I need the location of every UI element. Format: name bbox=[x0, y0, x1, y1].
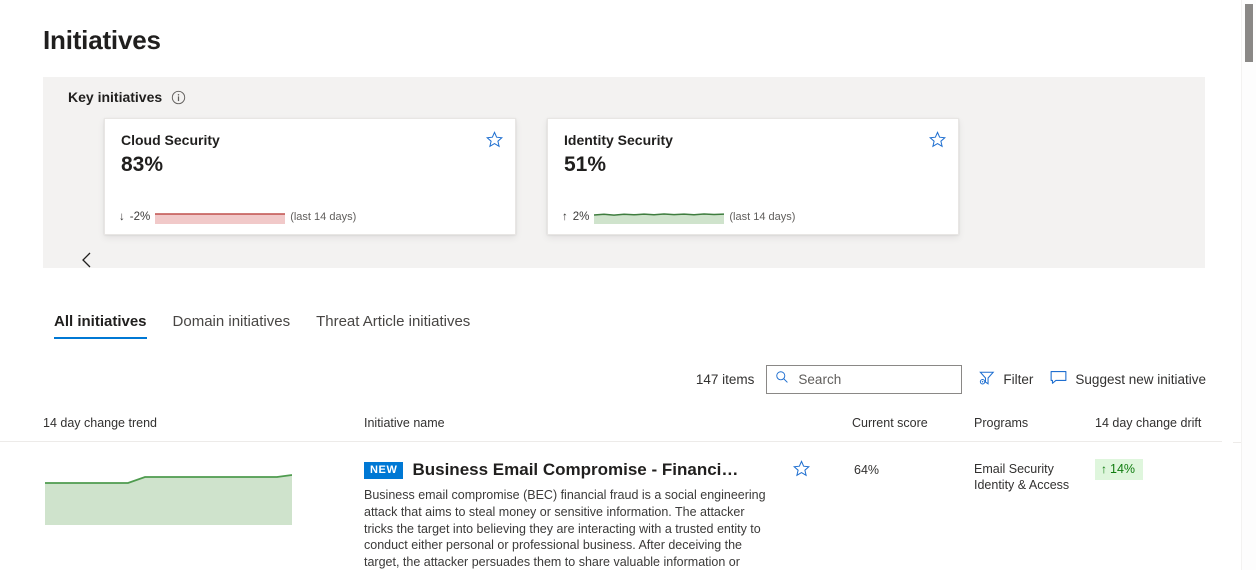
card-title: Cloud Security bbox=[121, 132, 220, 148]
chevron-left-icon bbox=[80, 251, 94, 274]
column-header-programs[interactable]: Programs bbox=[974, 416, 1028, 430]
column-header-initiative-name[interactable]: Initiative name bbox=[364, 416, 445, 430]
status-badge-new: NEW bbox=[364, 461, 404, 479]
star-outline-icon[interactable] bbox=[485, 131, 504, 148]
filter-button-label: Filter bbox=[1003, 372, 1034, 387]
star-outline-icon[interactable] bbox=[928, 131, 947, 148]
filter-gear-icon bbox=[979, 370, 995, 389]
card-score: 51% bbox=[564, 153, 607, 176]
arrow-up-icon: ↑ bbox=[1101, 462, 1107, 476]
initiatives-tablist: All initiatives Domain initiatives Threa… bbox=[54, 303, 470, 339]
row-programs: Email Security Identity & Access bbox=[974, 461, 1069, 493]
filter-button[interactable]: Filter bbox=[979, 370, 1033, 389]
row-change-drift-badge: ↑ 14% bbox=[1095, 459, 1144, 480]
card-title: Identity Security bbox=[564, 132, 673, 148]
card-delta-arrow: ↑ bbox=[562, 211, 568, 223]
column-header-change-drift[interactable]: 14 day change drift bbox=[1095, 416, 1201, 430]
row-initiative-name[interactable]: Business Email Compromise - Financi… bbox=[412, 460, 738, 480]
comment-bubble-icon bbox=[1050, 370, 1067, 389]
row-title-line: NEW Business Email Compromise - Financi… bbox=[364, 460, 784, 480]
key-initiative-card-identity-security[interactable]: Identity Security 51% ↑ 2% (last 14 days… bbox=[547, 118, 959, 235]
card-sparkline-identity-security bbox=[594, 210, 725, 224]
info-circle-icon[interactable] bbox=[171, 90, 186, 105]
row-trend-chart bbox=[45, 470, 293, 525]
search-box[interactable] bbox=[766, 365, 963, 394]
key-initiative-cards: Cloud Security 83% ↓ -2% (last 14 days) … bbox=[104, 118, 959, 235]
card-trend-footer: ↑ 2% (last 14 days) bbox=[562, 210, 795, 224]
command-bar: 147 items Filter bbox=[696, 365, 1206, 394]
suggest-new-initiative-button[interactable]: Suggest new initiative bbox=[1050, 370, 1206, 389]
page-title: Initiatives bbox=[43, 25, 161, 55]
column-header-current-score[interactable]: Current score bbox=[852, 416, 928, 430]
column-header-change-trend[interactable]: 14 day change trend bbox=[43, 416, 157, 430]
suggest-button-label: Suggest new initiative bbox=[1075, 372, 1206, 387]
search-icon bbox=[775, 370, 789, 389]
row-initiative-description: Business email compromise (BEC) financia… bbox=[364, 488, 766, 570]
tab-all-initiatives[interactable]: All initiatives bbox=[54, 313, 147, 339]
carousel-prev-button[interactable] bbox=[72, 247, 102, 277]
search-input[interactable] bbox=[796, 371, 954, 388]
initiatives-page: Initiatives Key initiatives Cloud Securi… bbox=[0, 0, 1256, 570]
card-delta: -2% bbox=[129, 211, 151, 223]
key-initiatives-header: Key initiatives bbox=[68, 89, 186, 105]
items-count: 147 items bbox=[695, 372, 755, 387]
card-range-label: (last 14 days) bbox=[729, 211, 796, 223]
row-program-item: Identity & Access bbox=[974, 478, 1070, 492]
row-drift-value: 14% bbox=[1110, 462, 1136, 476]
card-sparkline-cloud-security bbox=[155, 210, 286, 224]
row-program-item: Email Security bbox=[974, 462, 1054, 476]
table-row[interactable]: NEW Business Email Compromise - Financi…… bbox=[0, 442, 1222, 570]
card-delta: 2% bbox=[572, 211, 590, 223]
vertical-scrollbar-thumb[interactable] bbox=[1245, 4, 1253, 62]
card-trend-footer: ↓ -2% (last 14 days) bbox=[119, 210, 356, 224]
vertical-scrollbar-track[interactable] bbox=[1241, 0, 1256, 570]
row-initiative-main: NEW Business Email Compromise - Financi…… bbox=[364, 460, 784, 570]
row-current-score: 64% bbox=[854, 463, 880, 477]
tab-threat-article-initiatives[interactable]: Threat Article initiatives bbox=[316, 313, 470, 339]
card-delta-arrow: ↓ bbox=[119, 211, 125, 223]
star-outline-icon[interactable] bbox=[792, 460, 811, 477]
key-initiatives-label: Key initiatives bbox=[68, 89, 163, 105]
tab-domain-initiatives[interactable]: Domain initiatives bbox=[173, 313, 291, 339]
key-initiative-card-cloud-security[interactable]: Cloud Security 83% ↓ -2% (last 14 days) bbox=[104, 118, 516, 235]
card-range-label: (last 14 days) bbox=[290, 211, 357, 223]
key-initiatives-panel: Key initiatives Cloud Security 83% ↓ -2%… bbox=[43, 77, 1205, 268]
table-header: 14 day change trend Initiative name Curr… bbox=[0, 411, 1222, 442]
card-score: 83% bbox=[121, 153, 164, 176]
